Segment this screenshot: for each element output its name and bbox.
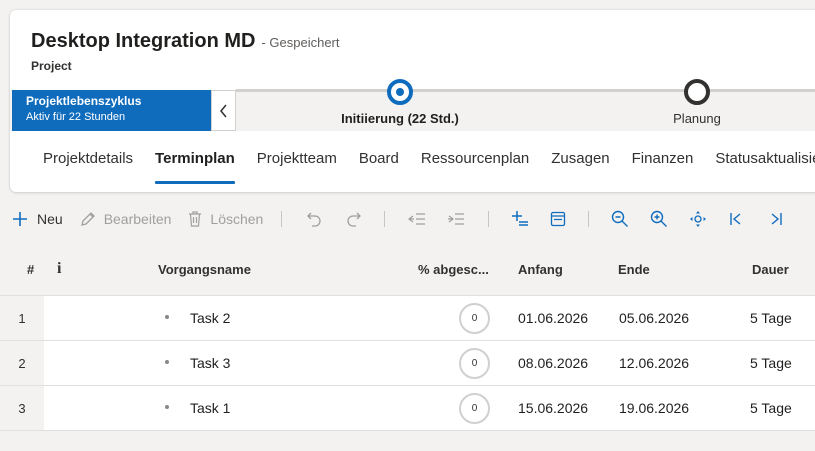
delete-button[interactable]: Löschen bbox=[187, 204, 263, 234]
undo-icon bbox=[307, 212, 321, 227]
save-status: - Gespeichert bbox=[261, 35, 340, 50]
task-name[interactable]: Task 1 bbox=[190, 400, 230, 416]
column-header-row-number: # bbox=[27, 262, 35, 277]
delete-button-label: Löschen bbox=[210, 211, 264, 227]
bpf-process-name: Projektlebenszyklus bbox=[26, 94, 142, 108]
edit-button[interactable]: Bearbeiten bbox=[79, 204, 172, 234]
fit-to-screen-button[interactable] bbox=[689, 204, 707, 234]
column-header-start[interactable]: Anfang bbox=[518, 262, 563, 277]
active-stage-icon bbox=[387, 79, 413, 105]
delete-icon bbox=[189, 211, 202, 227]
task-row[interactable]: 2 Task 3 0 08.06.2026 12.06.2026 5 Tage bbox=[0, 341, 815, 386]
task-start[interactable]: 01.06.2026 bbox=[518, 310, 588, 326]
task-finish[interactable]: 12.06.2026 bbox=[619, 355, 689, 371]
tab-finanzen[interactable]: Finanzen bbox=[621, 150, 705, 186]
entity-name: Project bbox=[31, 59, 72, 73]
zoom-in-icon bbox=[651, 210, 668, 227]
bpf-stage-planning[interactable]: Planung bbox=[617, 79, 777, 126]
row-number: 2 bbox=[0, 341, 44, 385]
edit-icon bbox=[80, 212, 95, 226]
go-to-start-button[interactable] bbox=[728, 204, 744, 234]
add-subtask-icon bbox=[512, 211, 529, 226]
percent-complete-ring[interactable]: 0 bbox=[459, 348, 490, 379]
task-bullet-icon bbox=[165, 360, 169, 364]
bpf-flyout-button[interactable]: Projektlebenszyklus Aktiv für 22 Stunden bbox=[12, 90, 211, 131]
bpf-collapse-button[interactable] bbox=[211, 90, 236, 131]
task-duration[interactable]: 5 Tage bbox=[750, 310, 792, 326]
schedule-command-bar: Neu Bearbeiten Löschen bbox=[0, 202, 815, 236]
title-row: Desktop Integration MD - Gespeichert bbox=[31, 30, 340, 53]
task-row[interactable]: 3 Task 1 0 15.06.2026 19.06.2026 5 Tage bbox=[0, 386, 815, 431]
tab-ressourcenplan[interactable]: Ressourcenplan bbox=[410, 150, 540, 186]
task-bullet-icon bbox=[165, 315, 169, 319]
timeline-icon bbox=[551, 211, 566, 227]
row-number: 3 bbox=[0, 386, 44, 430]
app-root: Desktop Integration MD - Gespeichert Pro… bbox=[0, 0, 815, 451]
zoom-in-button[interactable] bbox=[650, 204, 668, 234]
zoom-out-button[interactable] bbox=[611, 204, 629, 234]
indent-icon bbox=[448, 213, 465, 225]
row-number: 1 bbox=[0, 296, 44, 340]
outdent-icon bbox=[408, 213, 426, 225]
go-to-end-button[interactable] bbox=[768, 204, 784, 234]
fit-to-screen-icon bbox=[690, 211, 707, 227]
tab-terminplan[interactable]: Terminplan bbox=[144, 150, 246, 186]
grid-header: # i Vorgangsname % abgesc... Anfang Ende… bbox=[0, 248, 815, 296]
bpf-active-duration: Aktiv für 22 Stunden bbox=[26, 111, 126, 123]
toolbar-divider bbox=[588, 211, 590, 227]
zoom-out-icon bbox=[612, 210, 629, 227]
toolbar-divider bbox=[281, 211, 283, 227]
add-icon bbox=[13, 212, 27, 226]
toolbar-divider bbox=[384, 211, 386, 227]
column-header-duration[interactable]: Dauer bbox=[752, 262, 789, 277]
form-tabs: Projektdetails Terminplan Projektteam Bo… bbox=[32, 150, 815, 186]
schedule-grid: # i Vorgangsname % abgesc... Anfang Ende… bbox=[0, 248, 815, 431]
bpf-stage-label: Planung bbox=[673, 111, 721, 126]
new-button[interactable]: Neu bbox=[11, 204, 63, 234]
inactive-stage-icon bbox=[684, 79, 710, 105]
task-start[interactable]: 08.06.2026 bbox=[518, 355, 588, 371]
task-bullet-icon bbox=[165, 405, 169, 409]
column-header-finish[interactable]: Ende bbox=[618, 262, 650, 277]
task-duration[interactable]: 5 Tage bbox=[750, 400, 792, 416]
percent-complete-ring[interactable]: 0 bbox=[459, 393, 490, 424]
column-header-info[interactable]: i bbox=[57, 260, 61, 278]
add-subtask-button[interactable] bbox=[511, 204, 529, 234]
task-name[interactable]: Task 2 bbox=[190, 310, 230, 326]
undo-button[interactable] bbox=[306, 204, 322, 234]
new-button-label: Neu bbox=[37, 211, 63, 227]
tab-zusagen[interactable]: Zusagen bbox=[540, 150, 620, 186]
column-header-percent-complete[interactable]: % abgesc... bbox=[418, 262, 489, 277]
tab-statusaktualisierungen[interactable]: Statusaktualisierungen bbox=[704, 150, 815, 186]
chevron-left-icon bbox=[219, 104, 227, 117]
task-finish[interactable]: 19.06.2026 bbox=[619, 400, 689, 416]
record-title: Desktop Integration MD bbox=[31, 30, 256, 52]
bpf-stage-initiation[interactable]: Initiierung (22 Std.) bbox=[320, 79, 480, 126]
percent-complete-ring[interactable]: 0 bbox=[459, 303, 490, 334]
outdent-button[interactable] bbox=[408, 204, 426, 234]
task-row[interactable]: 1 Task 2 0 01.06.2026 05.06.2026 5 Tage bbox=[0, 296, 815, 341]
task-finish[interactable]: 05.06.2026 bbox=[619, 310, 689, 326]
go-to-end-icon bbox=[771, 213, 783, 225]
record-header-card: Desktop Integration MD - Gespeichert Pro… bbox=[10, 10, 815, 192]
toolbar-divider bbox=[488, 211, 490, 227]
indent-button[interactable] bbox=[447, 204, 465, 234]
tab-projektdetails[interactable]: Projektdetails bbox=[32, 150, 144, 186]
tab-projektteam[interactable]: Projektteam bbox=[246, 150, 348, 186]
tab-board[interactable]: Board bbox=[348, 150, 410, 186]
bpf-stage-label: Initiierung (22 Std.) bbox=[341, 111, 459, 126]
redo-icon bbox=[347, 212, 362, 227]
task-duration[interactable]: 5 Tage bbox=[750, 355, 792, 371]
task-start[interactable]: 15.06.2026 bbox=[518, 400, 588, 416]
column-header-task-name[interactable]: Vorgangsname bbox=[158, 262, 251, 277]
timeline-button[interactable] bbox=[550, 204, 566, 234]
task-name[interactable]: Task 3 bbox=[190, 355, 230, 371]
edit-button-label: Bearbeiten bbox=[103, 211, 172, 227]
go-to-start-icon bbox=[730, 213, 741, 225]
redo-button[interactable] bbox=[346, 204, 362, 234]
